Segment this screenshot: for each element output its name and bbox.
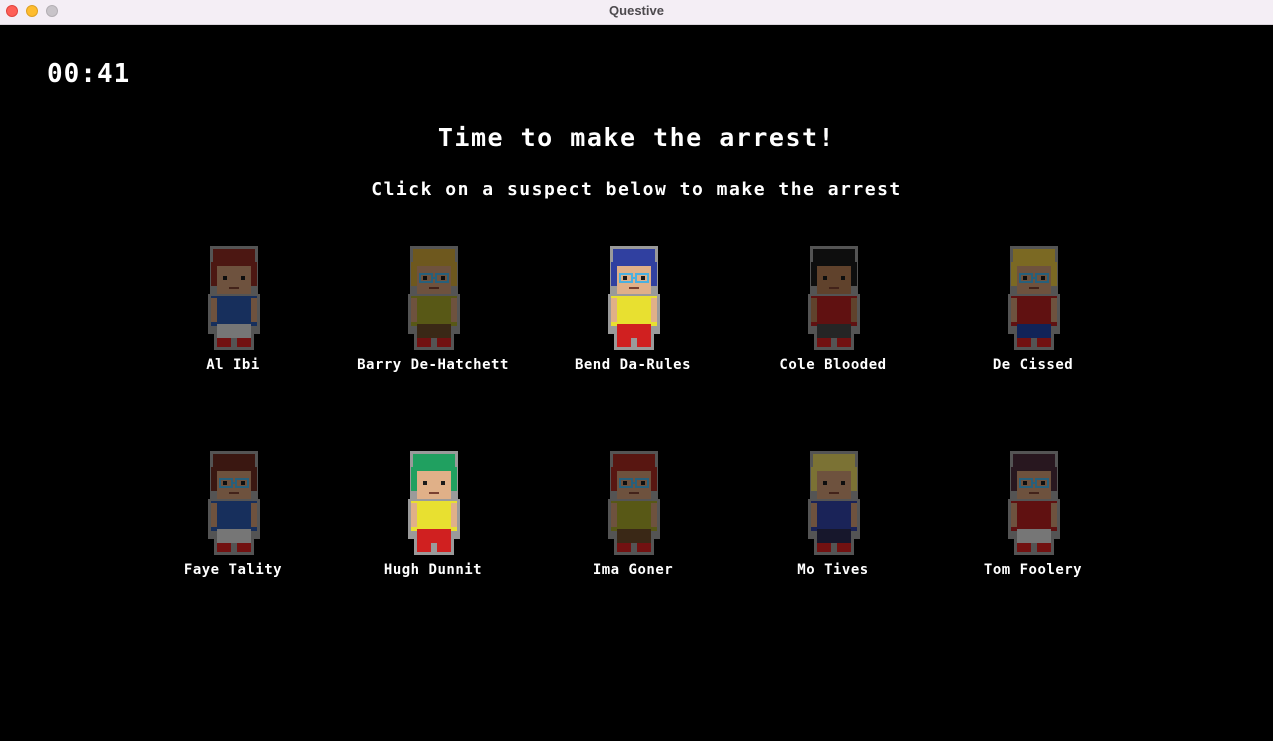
window-titlebar: Questive [0, 0, 1273, 25]
suspect-sprite[interactable] [798, 240, 870, 355]
suspect-sprite[interactable] [398, 445, 470, 560]
suspect-sprite[interactable] [398, 240, 470, 355]
arrest-instruction: Click on a suspect below to make the arr… [371, 179, 902, 200]
suspect-bend-da-rules[interactable]: Bend Da-Rules [553, 240, 713, 390]
game-screen: 00:41 Time to make the arrest! Click on … [0, 25, 1273, 741]
suspect-name-label: Ima Goner [592, 562, 674, 578]
suspect-sprite[interactable] [198, 445, 270, 560]
suspect-sprite[interactable] [798, 445, 870, 560]
suspect-name-label: Cole Blooded [779, 357, 887, 373]
suspect-de-cissed[interactable]: De Cissed [953, 240, 1113, 390]
suspect-tom-foolery[interactable]: Tom Foolery [953, 445, 1113, 595]
suspect-name-label: Al Ibi [206, 357, 260, 373]
suspect-name-label: Tom Foolery [983, 562, 1083, 578]
suspect-cole-blooded[interactable]: Cole Blooded [753, 240, 913, 390]
suspect-hugh-dunnit[interactable]: Hugh Dunnit [353, 445, 513, 595]
suspect-sprite[interactable] [198, 240, 270, 355]
suspect-name-label: Barry De-Hatchett [357, 357, 509, 373]
suspect-sprite[interactable] [598, 445, 670, 560]
suspect-name-label: Faye Tality [183, 562, 283, 578]
suspect-al-ibi[interactable]: Al Ibi [153, 240, 313, 390]
window-title: Questive [609, 3, 664, 18]
suspect-faye-tality[interactable]: Faye Tality [153, 445, 313, 595]
suspect-mo-tives[interactable]: Mo Tives [753, 445, 913, 595]
suspect-name-label: Bend Da-Rules [574, 357, 692, 373]
suspect-barry-de-hatchett[interactable]: Barry De-Hatchett [353, 240, 513, 390]
suspect-name-label: De Cissed [992, 357, 1074, 373]
suspect-sprite[interactable] [598, 240, 670, 355]
suspect-sprite[interactable] [998, 240, 1070, 355]
countdown-timer: 00:41 [47, 59, 131, 89]
arrest-headline: Time to make the arrest! [437, 123, 836, 152]
suspect-ima-goner[interactable]: Ima Goner [553, 445, 713, 595]
suspect-sprite[interactable] [998, 445, 1070, 560]
suspect-name-label: Mo Tives [797, 562, 869, 578]
suspect-name-label: Hugh Dunnit [383, 562, 483, 578]
